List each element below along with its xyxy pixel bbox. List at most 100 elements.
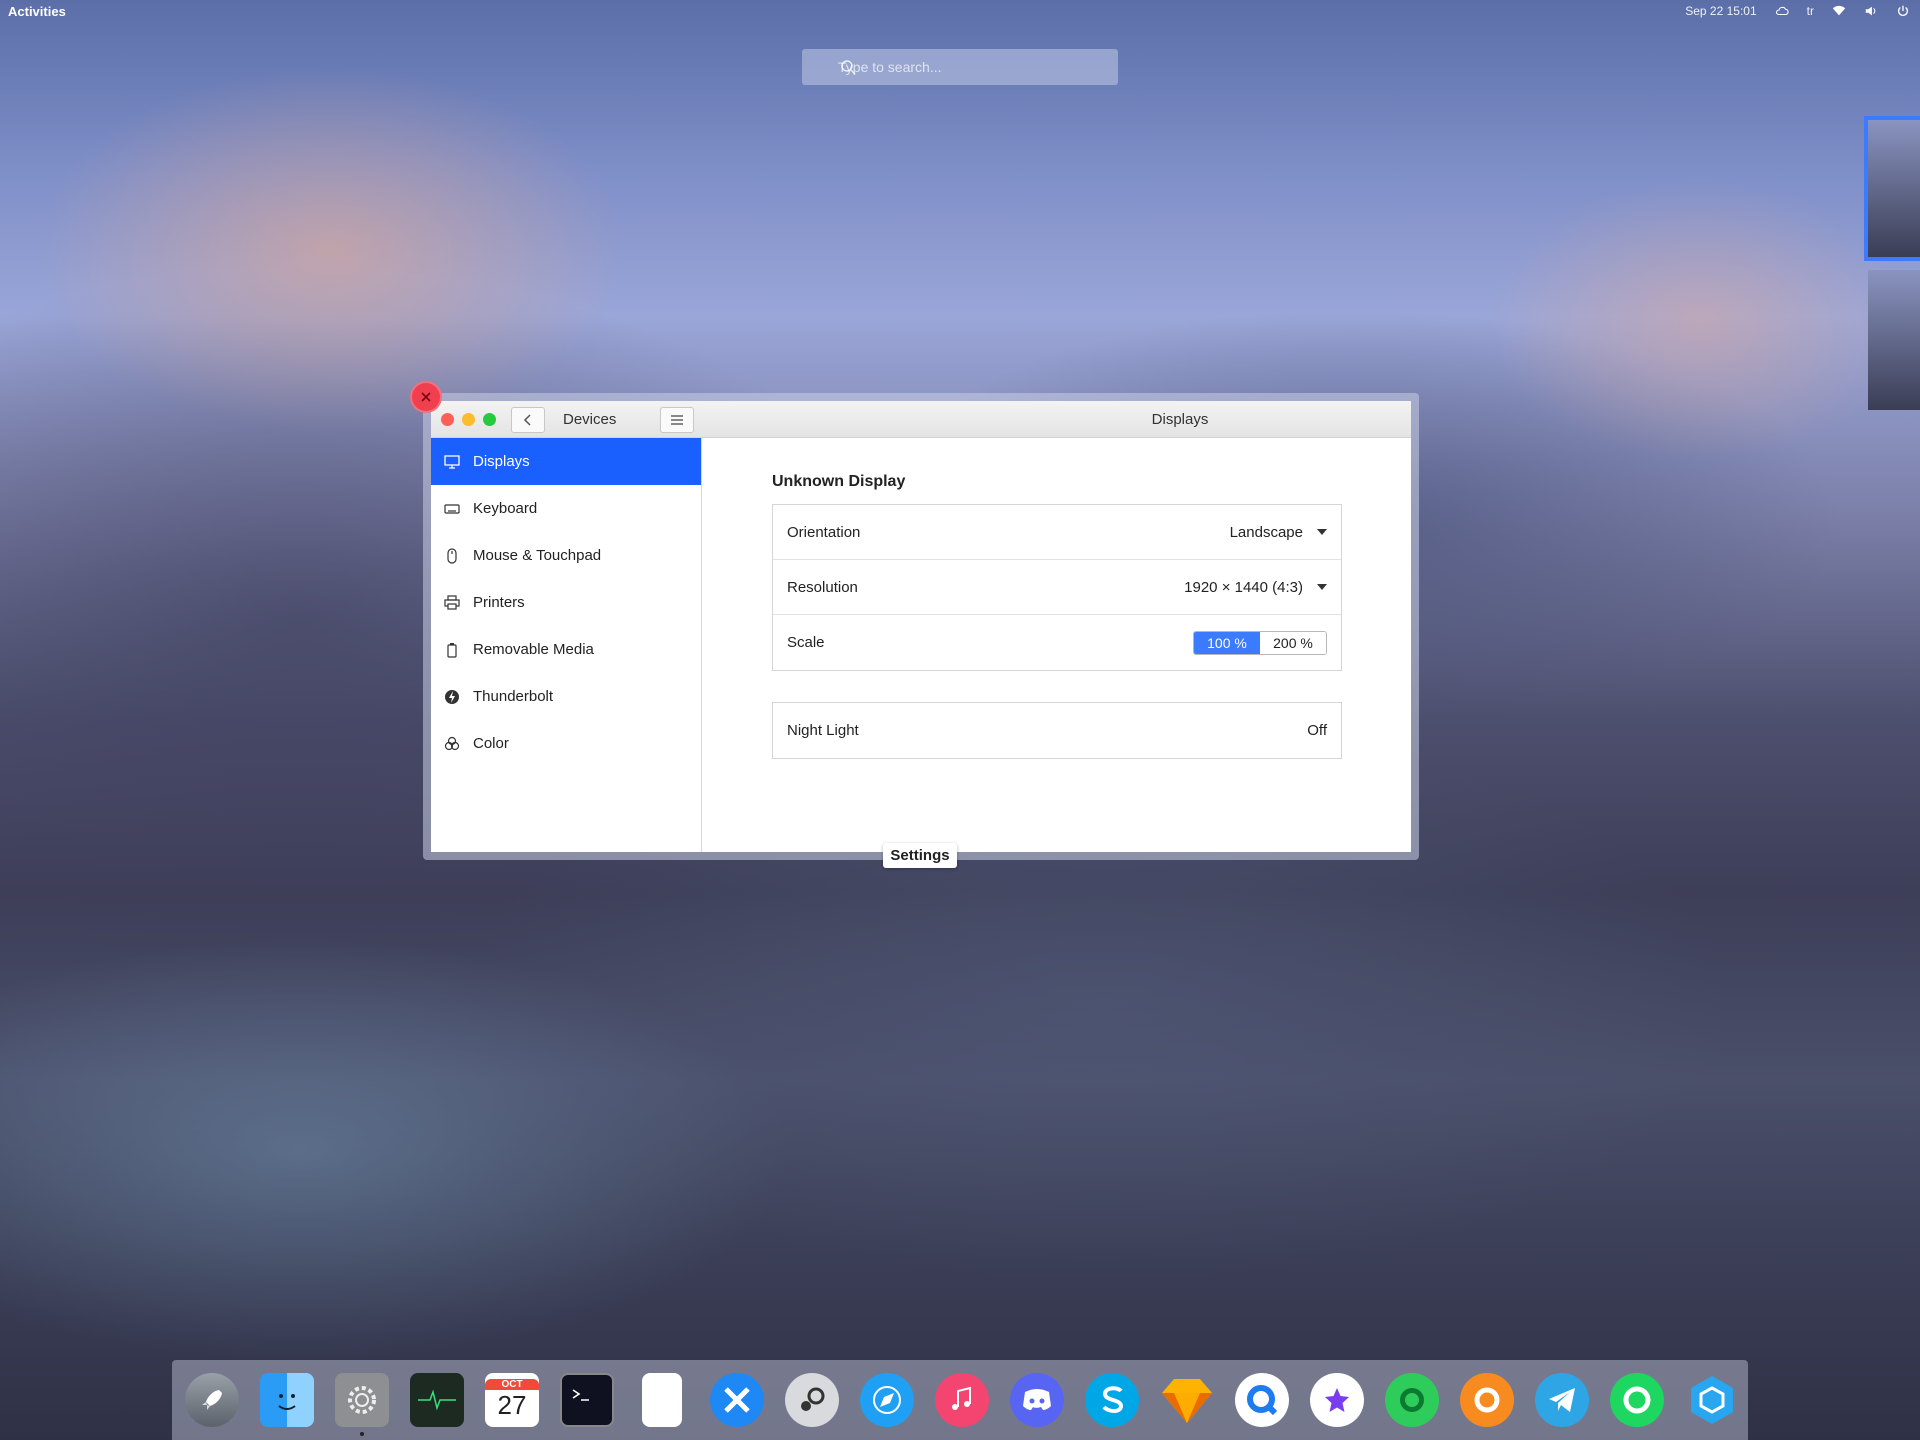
dock-item-text-editor[interactable]: [632, 1370, 692, 1430]
dock-item-finder[interactable]: [257, 1370, 317, 1430]
dock-item-hexagon-app[interactable]: [1682, 1370, 1742, 1430]
dock-item-origin[interactable]: [1457, 1370, 1517, 1430]
resolution-row[interactable]: Resolution 1920 × 1440 (4:3): [773, 560, 1341, 615]
skype-icon: [1085, 1373, 1139, 1427]
dock-item-steam[interactable]: [782, 1370, 842, 1430]
search-bar[interactable]: [802, 49, 1118, 85]
sidebar-item-thunderbolt[interactable]: Thunderbolt: [431, 673, 701, 720]
activities-button[interactable]: Activities: [8, 4, 66, 19]
telegram-icon: [1535, 1373, 1589, 1427]
close-icon: [421, 392, 431, 402]
dock-item-imovie[interactable]: [1307, 1370, 1367, 1430]
running-indicator: [360, 1432, 364, 1436]
system-monitor-icon: [410, 1373, 464, 1427]
orientation-dropdown[interactable]: Landscape: [1230, 524, 1327, 541]
minimize-window-button[interactable]: [462, 413, 475, 426]
keyboard-icon: [443, 500, 461, 518]
finder-icon: [260, 1373, 314, 1427]
top-bar: Activities Sep 22 15:01 tr: [0, 0, 1920, 24]
title-bar[interactable]: Devices Displays: [431, 401, 1411, 438]
display-settings-card: Orientation Landscape Resolution 1920 × …: [772, 504, 1342, 671]
search-icon: [841, 60, 856, 75]
display-name-heading: Unknown Display: [772, 473, 906, 490]
calendar-month: OCT: [485, 1379, 539, 1390]
system-tray: Sep 22 15:01 tr: [1685, 4, 1910, 18]
displays-panel: Unknown Display Orientation Landscape Re…: [702, 438, 1411, 852]
night-light-row[interactable]: Night Light Off: [773, 703, 1341, 758]
thunderbolt-icon: [443, 688, 461, 706]
dock-item-skype[interactable]: [1082, 1370, 1142, 1430]
dock-item-quicktime[interactable]: [1232, 1370, 1292, 1430]
xcode-icon: [710, 1373, 764, 1427]
dock-item-system-monitor[interactable]: [407, 1370, 467, 1430]
resolution-dropdown[interactable]: 1920 × 1440 (4:3): [1184, 579, 1327, 596]
music-icon: [935, 1373, 989, 1427]
scale-200-button[interactable]: 200 %: [1260, 631, 1326, 654]
settings-window[interactable]: Devices Displays Displays Keyboard Mouse…: [431, 401, 1411, 852]
workspace-thumbnail-active[interactable]: [1864, 116, 1920, 261]
launchpad-icon: [185, 1373, 239, 1427]
mouse-icon: [443, 547, 461, 565]
volume-icon[interactable]: [1864, 4, 1878, 18]
window-caption: Settings: [883, 843, 957, 868]
dock-item-terminal[interactable]: [557, 1370, 617, 1430]
dock-item-xcode[interactable]: [707, 1370, 767, 1430]
steam-icon: [785, 1373, 839, 1427]
sidebar-item-mouse-touchpad[interactable]: Mouse & Touchpad: [431, 532, 701, 579]
sketch-icon: [1160, 1373, 1214, 1427]
dock-item-sketch[interactable]: [1157, 1370, 1217, 1430]
dock-item-discord[interactable]: [1007, 1370, 1067, 1430]
dock-item-safari[interactable]: [857, 1370, 917, 1430]
night-light-label: Night Light: [787, 722, 859, 739]
sidebar-item-label: Printers: [473, 594, 525, 611]
printer-icon: [443, 594, 461, 612]
wifi-icon[interactable]: [1832, 4, 1846, 18]
sidebar-item-displays[interactable]: Displays: [431, 438, 701, 485]
messages-icon: [1385, 1373, 1439, 1427]
menu-button[interactable]: [660, 407, 694, 433]
imovie-icon: [1310, 1373, 1364, 1427]
sidebar-item-label: Removable Media: [473, 641, 594, 658]
dock: OCT 27: [172, 1360, 1748, 1440]
dock-item-messages[interactable]: [1382, 1370, 1442, 1430]
dock-item-music[interactable]: [932, 1370, 992, 1430]
sidebar-item-removable-media[interactable]: Removable Media: [431, 626, 701, 673]
color-icon: [443, 735, 461, 753]
resolution-label: Resolution: [787, 578, 858, 596]
power-icon[interactable]: [1896, 4, 1910, 18]
chevron-down-icon: [1317, 584, 1327, 590]
overview-close-button[interactable]: [410, 381, 442, 413]
sidebar-item-label: Color: [473, 735, 509, 752]
sidebar: Displays Keyboard Mouse & Touchpad Print…: [431, 438, 702, 852]
display-icon: [443, 453, 461, 471]
keyboard-layout[interactable]: tr: [1807, 4, 1814, 18]
sidebar-item-color[interactable]: Color: [431, 720, 701, 767]
hexagon-app-icon: [1685, 1373, 1739, 1427]
dock-item-system-settings[interactable]: [332, 1370, 392, 1436]
dock-item-launchpad[interactable]: [182, 1370, 242, 1430]
clock[interactable]: Sep 22 15:01: [1685, 4, 1756, 18]
sidebar-item-label: Keyboard: [473, 500, 538, 517]
dock-item-calendar[interactable]: OCT 27: [482, 1370, 542, 1430]
sidebar-item-keyboard[interactable]: Keyboard: [431, 485, 701, 532]
text-editor-icon: [642, 1373, 682, 1427]
origin-icon: [1460, 1373, 1514, 1427]
sidebar-item-label: Mouse & Touchpad: [473, 547, 602, 564]
dock-item-telegram[interactable]: [1532, 1370, 1592, 1430]
sidebar-item-label: Displays: [473, 453, 530, 470]
terminal-icon: [560, 1373, 614, 1427]
orientation-row[interactable]: Orientation Landscape: [773, 505, 1341, 560]
scale-100-button[interactable]: 100 %: [1194, 631, 1260, 654]
close-window-button[interactable]: [441, 413, 454, 426]
panel-title: Displays: [1151, 411, 1209, 428]
maximize-window-button[interactable]: [483, 413, 496, 426]
search-input[interactable]: [838, 59, 1088, 75]
scale-toggle-group: 100 % 200 %: [1193, 630, 1327, 655]
workspace-thumbnail[interactable]: [1868, 270, 1920, 410]
sidebar-item-printers[interactable]: Printers: [431, 579, 701, 626]
dock-item-spotify[interactable]: [1607, 1370, 1667, 1430]
back-button[interactable]: [511, 407, 545, 433]
cloud-icon[interactable]: [1775, 4, 1789, 18]
orientation-value: Landscape: [1229, 523, 1303, 541]
resolution-value: 1920 × 1440 (4:3): [1184, 578, 1303, 596]
